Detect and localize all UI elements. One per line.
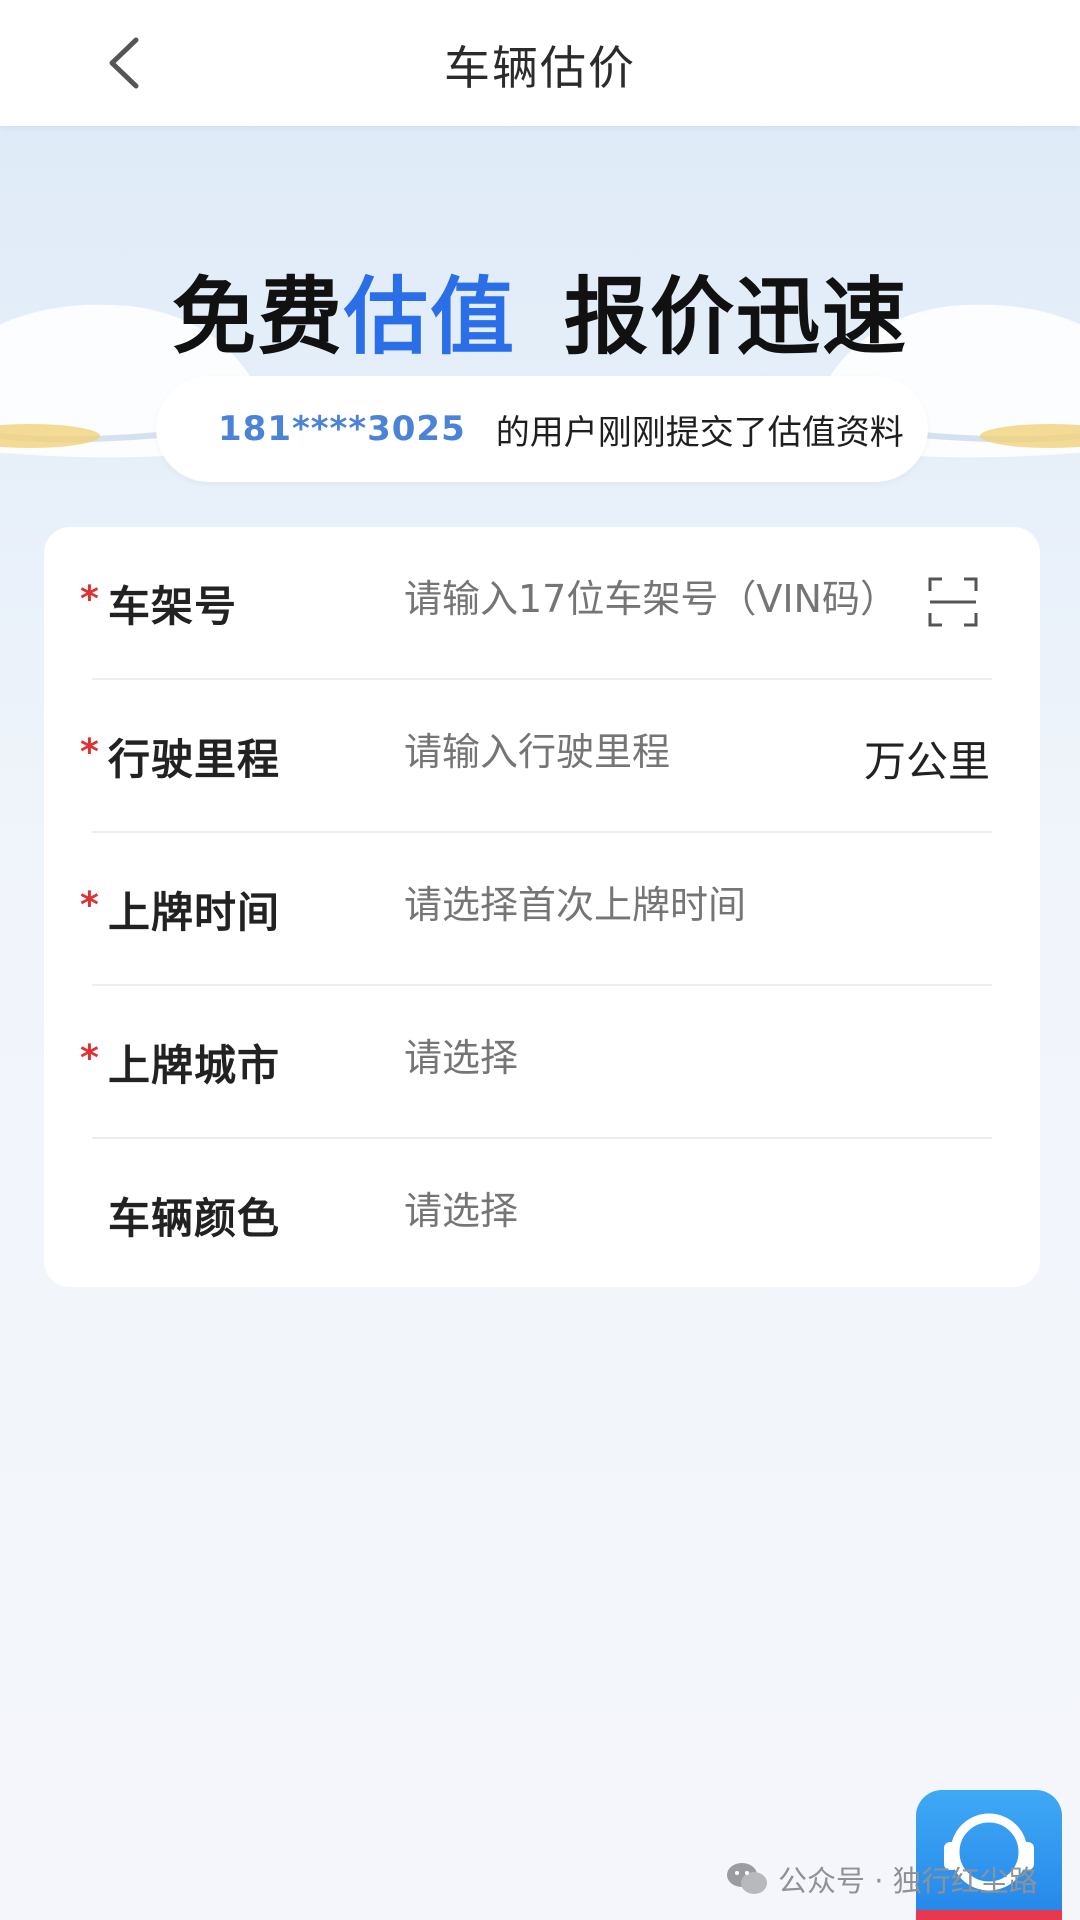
mileage-unit: 万公里 xyxy=(863,737,990,786)
submission-ticker: 181****3025 的用户刚刚提交了估值资料 xyxy=(156,376,928,482)
page-title: 车辆估价 xyxy=(444,41,636,95)
hero-banner: 免费估值 报价迅速 181****3025 的用户刚刚提交了估值资料 xyxy=(0,126,1080,526)
page: 车辆估价 免费估值 报价迅速 181****3025 的用户刚刚提交了估值资料 *… xyxy=(0,0,1080,1920)
field-label: 上牌城市 xyxy=(108,1041,281,1090)
vehicle-color-select[interactable] xyxy=(404,1189,904,1233)
registration-city-select[interactable] xyxy=(404,1036,904,1080)
required-mark: * xyxy=(80,732,99,773)
vin-input[interactable] xyxy=(404,577,904,621)
form-row-registration-date[interactable]: * 上牌时间 xyxy=(44,833,1040,986)
form-row-registration-city[interactable]: * 上牌城市 xyxy=(44,986,1040,1139)
headline-part: 报价迅速 xyxy=(564,268,909,366)
registration-date-select[interactable] xyxy=(404,883,904,927)
required-mark: * xyxy=(80,1038,99,1079)
mileage-input[interactable] xyxy=(404,730,904,774)
form-row-color[interactable]: 车辆颜色 xyxy=(44,1139,1040,1292)
watermark-text: 公众号 · 独行红尘路 xyxy=(778,1864,1038,1898)
wechat-icon xyxy=(727,1863,767,1894)
required-mark: * xyxy=(80,885,99,926)
required-mark: * xyxy=(80,579,99,620)
form-row-vin[interactable]: * 车架号 xyxy=(44,527,1040,680)
ticker-text: 的用户刚刚提交了估值资料 xyxy=(495,412,904,453)
field-label: 上牌时间 xyxy=(108,888,281,937)
field-label: 行驶里程 xyxy=(108,735,281,784)
customer-service-button[interactable] xyxy=(916,1790,1062,1920)
scan-button[interactable] xyxy=(928,577,978,627)
field-label: 车辆颜色 xyxy=(108,1194,281,1243)
top-bar: 车辆估价 xyxy=(0,0,1080,126)
scan-icon xyxy=(928,577,978,627)
service-label-strip xyxy=(916,1910,1062,1920)
headline-part: 免费 xyxy=(171,268,344,366)
field-label: 车架号 xyxy=(108,582,238,631)
valuation-form: * 车架号 * 行驶里程 万公里 * 上牌时间 * xyxy=(44,527,1040,1287)
headline-part: 估值 xyxy=(343,268,516,366)
ticker-phone: 181****3025 xyxy=(218,409,466,449)
watermark: 公众号 · 独行红尘路 xyxy=(726,1858,1038,1900)
form-row-mileage[interactable]: * 行驶里程 万公里 xyxy=(44,680,1040,833)
hero-headline: 免费估值 报价迅速 xyxy=(0,250,1080,371)
